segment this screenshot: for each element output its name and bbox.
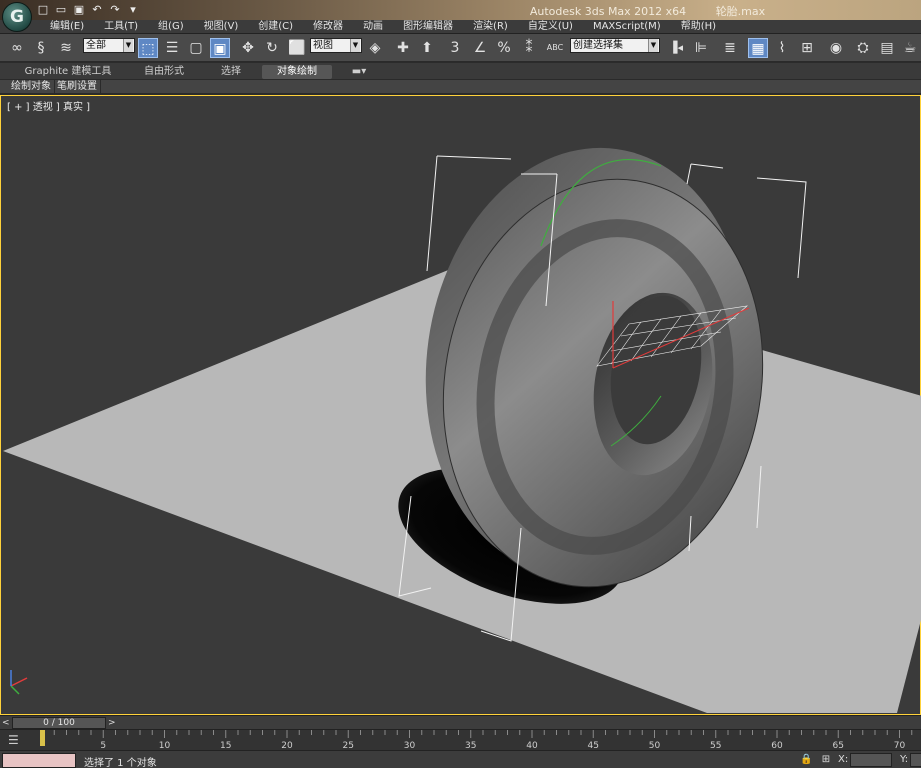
select-and-link-icon[interactable]: ∞ xyxy=(7,38,27,58)
unlink-selection-icon[interactable]: § xyxy=(31,38,51,58)
layer-manager-icon[interactable]: ≣ xyxy=(720,38,740,58)
window-title: Autodesk 3ds Max 2012 x64 轮胎.max xyxy=(0,3,921,19)
select-by-name-icon[interactable]: ☰ xyxy=(162,38,182,58)
menu-item-1[interactable]: 工具(T) xyxy=(94,20,148,34)
ribbon-panel-bar: 绘制对象 笔刷设置 xyxy=(0,80,921,94)
pivot-center-icon[interactable]: ◈ xyxy=(365,38,385,58)
named-selection-dropdown[interactable]: 创建选择集 ▼ xyxy=(570,38,660,53)
frame-ruler[interactable]: 5 10 15 20 25 30 35 40 45 50 55 60 65 70 xyxy=(40,730,920,751)
menu-item-0[interactable]: 编辑(E) xyxy=(40,20,94,34)
menu-item-3[interactable]: 视图(V) xyxy=(194,20,249,34)
perspective-viewport[interactable]: [ + ] 透视 ] 真实 ] xyxy=(0,95,921,715)
panel-paint-objects[interactable]: 绘制对象 xyxy=(8,80,55,94)
ribbon-minimize-icon[interactable]: ▬▾ xyxy=(345,65,373,79)
x-coord-field[interactable] xyxy=(850,753,892,767)
y-coord-label: Y: xyxy=(900,754,909,765)
render-production-icon[interactable]: ☕ xyxy=(900,38,920,58)
menu-item-6[interactable]: 动画 xyxy=(353,20,393,34)
render-setup-icon[interactable]: ⛭ xyxy=(853,38,873,58)
material-editor-icon[interactable]: ◉ xyxy=(826,38,846,58)
tab-selection[interactable]: 选择 xyxy=(205,65,257,79)
time-slider-prev-button[interactable]: < xyxy=(2,717,12,729)
track-bar[interactable]: ☰ 5 10 15 20 25 30 35 40 45 50 55 60 65 70 xyxy=(0,729,921,751)
menu-item-10[interactable]: MAXScript(M) xyxy=(583,20,671,34)
time-slider-next-button[interactable]: > xyxy=(108,717,118,729)
menu-item-4[interactable]: 创建(C) xyxy=(248,20,303,34)
spinner-snap-icon[interactable]: ⁑ xyxy=(519,38,539,58)
rendered-frame-window-icon[interactable]: ▤ xyxy=(877,38,897,58)
menu-item-7[interactable]: 图形编辑器 xyxy=(393,20,463,34)
select-object-icon[interactable]: ⬚ xyxy=(138,38,158,58)
time-slider[interactable]: < 0 / 100 > xyxy=(0,715,921,729)
viewport-scene xyxy=(3,147,921,713)
mirror-icon[interactable]: ▐◂ xyxy=(666,38,686,58)
tab-freeform[interactable]: 自由形式 xyxy=(130,65,198,79)
ribbon-tabs: Graphite 建模工具 自由形式 选择 对象绘制 ▬▾ xyxy=(0,63,921,80)
tab-graphite-modeling[interactable]: Graphite 建模工具 xyxy=(18,65,118,79)
app-window: G □ ▭ ▣ ↶ ↷ ▾ Autodesk 3ds Max 2012 x64 轮胎.ma… xyxy=(0,0,921,768)
app-title: Autodesk 3ds Max 2012 x64 xyxy=(529,5,687,18)
status-bar: 选择了 1 个对象 🔒 ⊞ X: Y: xyxy=(0,750,921,768)
rectangular-selection-icon[interactable]: ▢ xyxy=(186,38,206,58)
reference-coordinate-value: 视图 xyxy=(313,40,333,51)
chevron-down-icon: ▼ xyxy=(123,39,133,52)
y-coord-field[interactable] xyxy=(910,753,921,767)
x-coord-label: X: xyxy=(838,754,849,765)
percent-snap-icon[interactable]: % xyxy=(494,38,514,58)
tab-object-paint[interactable]: 对象绘制 xyxy=(262,65,332,79)
selection-filter-value: 全部 xyxy=(86,40,106,51)
selection-filter-dropdown[interactable]: 全部 ▼ xyxy=(83,38,135,53)
selection-lock-icon[interactable]: 🔒 xyxy=(800,754,812,766)
time-slider-thumb[interactable]: 0 / 100 xyxy=(12,717,106,729)
menu-item-11[interactable]: 帮助(H) xyxy=(671,20,726,34)
schematic-view-icon[interactable]: ⊞ xyxy=(797,38,817,58)
menu-item-9[interactable]: 自定义(U) xyxy=(518,20,583,34)
menu-list: 编辑(E) 工具(T) 组(G) 视图(V) 创建(C) 修改器 动画 图形编辑器 渲染(R) 自… xyxy=(40,20,726,34)
absolute-mode-icon[interactable]: ⊞ xyxy=(820,754,832,766)
maxscript-listener-field[interactable] xyxy=(2,753,76,768)
main-toolbar: ∞ § ≋ 全部 ▼ ⬚ ☰ ▢ ▣ ✥ ↻ ⬜ 视图 ▼ ◈ ✚ ⬆ 3 ∠ … xyxy=(0,34,921,62)
status-message: 选择了 1 个对象 xyxy=(84,758,157,768)
manipulate-icon[interactable]: ✚ xyxy=(393,38,413,58)
select-and-move-icon[interactable]: ✥ xyxy=(238,38,258,58)
align-icon[interactable]: ⊫ xyxy=(691,38,711,58)
menu-item-2[interactable]: 组(G) xyxy=(148,20,194,34)
window-crossing-icon[interactable]: ▣ xyxy=(210,38,230,58)
select-and-scale-icon[interactable]: ⬜ xyxy=(287,38,307,58)
select-and-rotate-icon[interactable]: ↻ xyxy=(262,38,282,58)
open-mini-curve-editor-icon[interactable]: ☰ xyxy=(8,733,24,747)
chevron-down-icon: ▼ xyxy=(350,39,360,52)
current-frame-marker xyxy=(40,730,45,746)
reference-coordinate-dropdown[interactable]: 视图 ▼ xyxy=(310,38,362,53)
viewport-label[interactable]: [ + ] 透视 ] 真实 ] xyxy=(7,98,90,113)
menu-bar: 编辑(E) 工具(T) 组(G) 视图(V) 创建(C) 修改器 动画 图形编辑器 渲染(R) 自… xyxy=(0,20,921,34)
panel-brush-settings[interactable]: 笔刷设置 xyxy=(54,80,101,94)
menu-item-5[interactable]: 修改器 xyxy=(303,20,353,34)
curve-editor-icon[interactable]: ⌇ xyxy=(772,38,792,58)
named-selection-value: 创建选择集 xyxy=(573,40,623,51)
axis-tripod-icon xyxy=(10,670,28,695)
angle-snap-icon[interactable]: ∠ xyxy=(470,38,490,58)
edit-named-selection-icon[interactable]: ABC xyxy=(545,38,565,58)
snaps-toggle-icon[interactable]: 3 xyxy=(445,38,465,58)
file-name: 轮胎.max xyxy=(715,5,766,18)
bind-to-space-warp-icon[interactable]: ≋ xyxy=(56,38,76,58)
menu-item-8[interactable]: 渲染(R) xyxy=(463,20,518,34)
graphite-modeling-tools-icon[interactable]: ▦ xyxy=(748,38,768,58)
app-logo-icon[interactable]: G xyxy=(2,2,32,32)
title-bar: G □ ▭ ▣ ↶ ↷ ▾ Autodesk 3ds Max 2012 x64 轮胎.ma… xyxy=(0,0,921,32)
chevron-down-icon: ▼ xyxy=(648,39,658,52)
keyboard-shortcut-override-icon[interactable]: ⬆ xyxy=(417,38,437,58)
